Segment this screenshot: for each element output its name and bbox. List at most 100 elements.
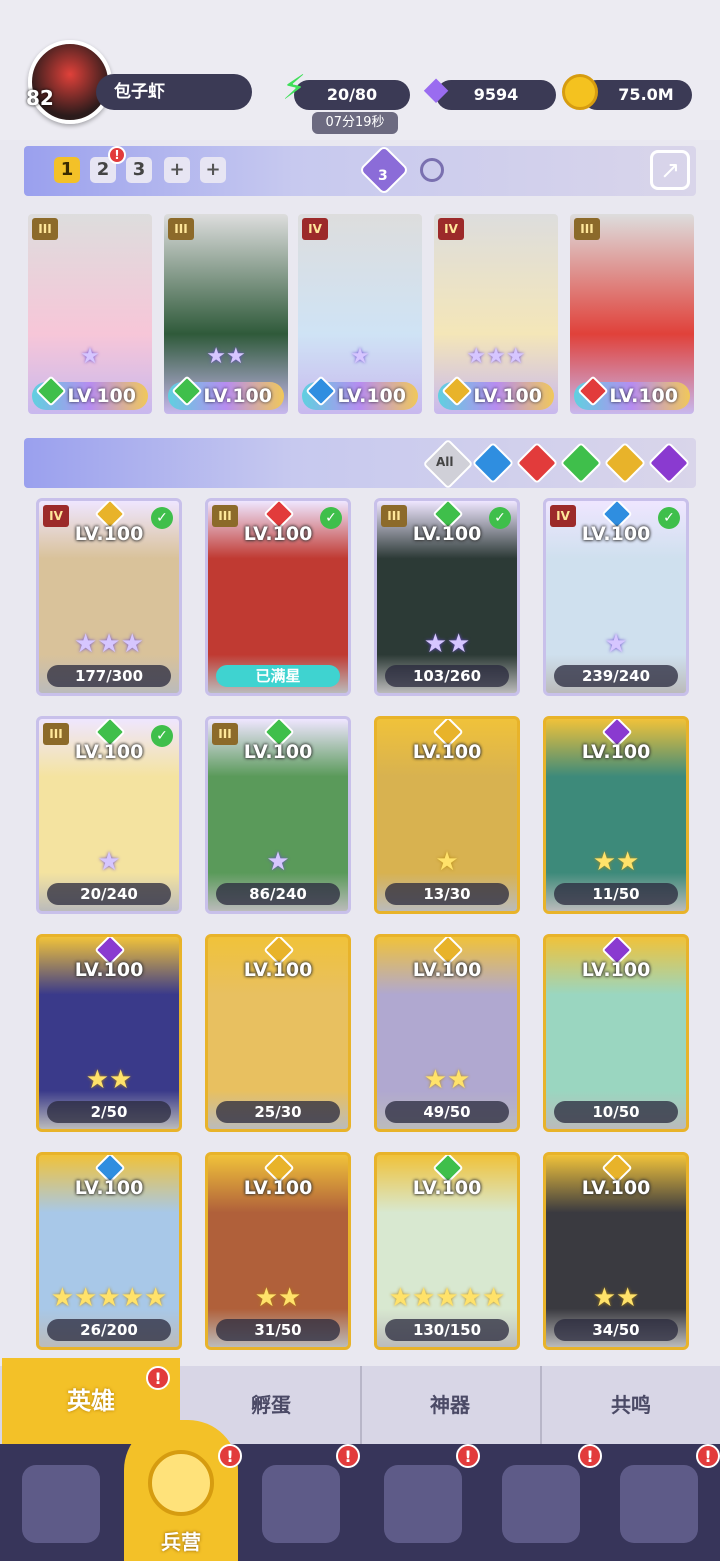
star-rating: ★★ [423, 1065, 471, 1095]
star-rating: ★★ [85, 1065, 133, 1095]
tab-artifact[interactable]: 神器 [360, 1366, 538, 1444]
star-rating: ★★★ [74, 629, 144, 659]
team-hero-card[interactable]: IV ★★★ LV.100 [434, 214, 558, 414]
hero-level: LV.100 [243, 959, 313, 981]
tier-badge: III [574, 218, 600, 240]
guild-alert-icon: ! [696, 1444, 720, 1468]
team-tab-add-1[interactable]: + [164, 157, 190, 183]
tier-badge: IV [302, 218, 328, 240]
star-rating: ★★ [206, 344, 246, 369]
team-hero-card[interactable]: III ★ LV.100 [28, 214, 152, 414]
star-rating: ★ [97, 847, 121, 877]
star-rating: ★★ [592, 1283, 640, 1313]
hero-card[interactable]: LV.100 ★★ 31/50 [205, 1152, 351, 1350]
hero-card[interactable]: LV.100 10/50 [543, 934, 689, 1132]
team-tab-add-2[interactable]: + [200, 157, 226, 183]
temple-alert-icon: ! [456, 1444, 480, 1468]
hero-level: LV.100 [74, 741, 144, 763]
hero-level: LV.100 [243, 523, 313, 545]
energy-icon: ⚡ [282, 68, 306, 108]
fragment-progress: 177/300 [47, 665, 171, 687]
gem-counter[interactable]: ◆ 9594 [424, 69, 556, 110]
fragment-progress: 49/50 [385, 1101, 509, 1123]
hero-level: LV.100 [581, 523, 651, 545]
star-rating: ★★ [592, 847, 640, 877]
team-tab-3[interactable]: 3 [126, 157, 152, 183]
fragment-progress: 10/50 [554, 1101, 678, 1123]
gold-counter[interactable]: 75.0M [562, 74, 692, 110]
gem-icon: ◆ [423, 69, 449, 107]
tier-badge: IV [438, 218, 464, 240]
hero-card[interactable]: LV.100 ★★★★★ 130/150 [374, 1152, 520, 1350]
fragment-progress: 11/50 [554, 883, 678, 905]
tab-heroes-alert-icon: ! [146, 1366, 170, 1390]
tier-badge: III [32, 218, 58, 240]
team-hero-card[interactable]: III ★★ LV.100 [164, 214, 288, 414]
barracks-label: 兵营 [161, 1530, 201, 1554]
energy-counter[interactable]: ⚡ 20/80 [282, 68, 410, 110]
fragment-progress: 239/240 [554, 665, 678, 687]
fragment-progress: 34/50 [554, 1319, 678, 1341]
team-hero-card[interactable]: IV ★ LV.100 [298, 214, 422, 414]
hero-card[interactable]: IV ✓ LV.100 ★ 239/240 [543, 498, 689, 696]
hero-level: LV.100 [581, 959, 651, 981]
share-icon[interactable]: ↗ [650, 150, 690, 190]
hero-level: LV.100 [412, 959, 482, 981]
hero-card[interactable]: III LV.100 ★ 86/240 [205, 716, 351, 914]
hero-level: LV.100 [412, 1177, 482, 1199]
fragment-progress: 20/240 [47, 883, 171, 905]
fragment-progress: 25/30 [216, 1101, 340, 1123]
barracks-icon [148, 1450, 214, 1516]
hero-level: LV.100 [581, 741, 651, 763]
fragment-progress: 已满星 [216, 665, 340, 687]
mushroom-alert-icon: ! [578, 1444, 602, 1468]
team-crystal-count: 3 [378, 168, 388, 184]
hero-card[interactable]: LV.100 ★★ 49/50 [374, 934, 520, 1132]
hero-level: LV.100 [74, 523, 144, 545]
team-tab-1[interactable]: 1 [54, 157, 80, 183]
hero-card[interactable]: LV.100 ★★ 2/50 [36, 934, 182, 1132]
energy-timer: 07分19秒 [312, 112, 398, 134]
team-hero-card[interactable]: III LV.100 [570, 214, 694, 414]
star-rating: ★ [604, 629, 628, 659]
hero-level: LV.100 [74, 959, 144, 981]
player-name[interactable]: 包子虾 [96, 74, 252, 110]
hero-card[interactable]: IV ✓ LV.100 ★★★ 177/300 [36, 498, 182, 696]
fragment-progress: 103/260 [385, 665, 509, 687]
hero-card[interactable]: III ✓ LV.100 ★ 20/240 [36, 716, 182, 914]
star-rating: ★★★ [466, 344, 526, 369]
hero-level: LV.100 [412, 741, 482, 763]
filter-all-label: All [436, 455, 454, 469]
star-rating: ★★ [254, 1283, 302, 1313]
hero-level: LV.100 [581, 1177, 651, 1199]
hero-card[interactable]: LV.100 25/30 [205, 934, 351, 1132]
cards-nav-icon[interactable] [22, 1465, 100, 1543]
star-rating: ★★★★★ [388, 1283, 506, 1313]
fragment-progress: 13/30 [385, 883, 509, 905]
hero-card[interactable]: LV.100 ★★★★★ 26/200 [36, 1152, 182, 1350]
bottom-nav [0, 1444, 720, 1561]
hero-card[interactable]: III ✓ LV.100 ★★ 103/260 [374, 498, 520, 696]
star-rating: ★ [80, 344, 100, 369]
star-rating: ★ [435, 847, 459, 877]
star-rating: ★ [266, 847, 290, 877]
guild-nav-icon[interactable] [620, 1465, 698, 1543]
temple-nav-icon[interactable] [384, 1465, 462, 1543]
search-icon[interactable] [420, 158, 444, 182]
tab-resonance[interactable]: 共鸣 [540, 1366, 720, 1444]
fragment-progress: 86/240 [216, 883, 340, 905]
book-nav-icon[interactable] [262, 1465, 340, 1543]
hero-card[interactable]: LV.100 ★★ 34/50 [543, 1152, 689, 1350]
hero-level: LV.100 [74, 1177, 144, 1199]
hero-card[interactable]: III ✓ LV.100 已满星 [205, 498, 351, 696]
fragment-progress: 31/50 [216, 1319, 340, 1341]
hero-level: LV.100 [243, 741, 313, 763]
fragment-progress: 2/50 [47, 1101, 171, 1123]
star-rating: ★★★★★ [50, 1283, 168, 1313]
tier-badge: III [168, 218, 194, 240]
mushroom-nav-icon[interactable] [502, 1465, 580, 1543]
hero-card[interactable]: LV.100 ★ 13/30 [374, 716, 520, 914]
hero-level: LV.100 [243, 1177, 313, 1199]
hero-card[interactable]: LV.100 ★★ 11/50 [543, 716, 689, 914]
player-level: 82 [26, 86, 54, 110]
